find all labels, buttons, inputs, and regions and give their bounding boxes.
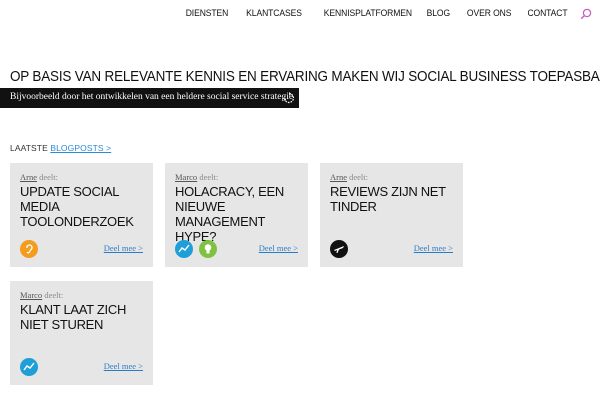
card-shares-word: deelt: — [349, 172, 369, 182]
card-meta: Arne deelt: — [330, 172, 368, 182]
card-icons — [20, 358, 44, 376]
card-meta: Arne deelt: — [20, 172, 58, 182]
share-link[interactable]: Deel mee > — [259, 243, 298, 253]
section-label: LAATSTE BLOGPOSTS > — [10, 143, 111, 153]
blogposts-link[interactable]: BLOGPOSTS > — [50, 143, 111, 153]
subline-text: Bijvoorbeeld door het ontwikkelen van ee… — [10, 92, 294, 102]
blog-card[interactable]: Arne deelt: UPDATE SOCIAL MEDIA TOOLONDE… — [10, 163, 153, 267]
subline-bar: Bijvoorbeeld door het ontwikkelen van ee… — [0, 88, 299, 108]
nav-item-kennisplatformen[interactable]: KENNISPLATFORMEN — [324, 8, 412, 19]
card-author[interactable]: Arne — [330, 172, 347, 182]
card-title[interactable]: REVIEWS ZIJN NET TINDER — [330, 184, 457, 214]
ear-icon — [20, 240, 38, 258]
card-title[interactable]: HOLACRACY, EEN NIEUWE MANAGEMENT HYPE? — [175, 184, 302, 244]
card-shares-word: deelt: — [39, 172, 59, 182]
airplane-icon — [330, 240, 348, 258]
section-label-text: LAATSTE — [10, 143, 48, 153]
search-icon[interactable] — [580, 7, 592, 20]
card-title[interactable]: UPDATE SOCIAL MEDIA TOOLONDERZOEK — [20, 184, 147, 229]
lightbulb-icon — [199, 240, 217, 258]
trend-icon — [175, 240, 193, 258]
share-link[interactable]: Deel mee > — [414, 243, 453, 253]
card-shares-word: deelt: — [44, 290, 64, 300]
nav-item-klantcases[interactable]: KLANTCASES — [246, 8, 302, 19]
card-meta: Marco deelt: — [20, 290, 63, 300]
blog-card[interactable]: Marco deelt: HOLACRACY, EEN NIEUWE MANAG… — [165, 163, 308, 267]
page-headline: OP BASIS VAN RELEVANTE KENNIS EN ERVARIN… — [10, 69, 600, 85]
card-author[interactable]: Marco — [20, 290, 42, 300]
nav-item-contact[interactable]: CONTACT — [528, 8, 568, 19]
card-icons — [330, 240, 354, 258]
refresh-icon[interactable] — [283, 92, 295, 104]
nav-item-over-ons[interactable]: OVER ONS — [467, 8, 512, 19]
card-meta: Marco deelt: — [175, 172, 218, 182]
card-author[interactable]: Arne — [20, 172, 37, 182]
card-shares-word: deelt: — [199, 172, 219, 182]
card-author[interactable]: Marco — [175, 172, 197, 182]
trend-icon — [20, 358, 38, 376]
nav-item-diensten[interactable]: DIENSTEN — [186, 8, 229, 19]
top-navigation: DIENSTEN KLANTCASES KENNISPLATFORMEN BLO… — [169, 7, 592, 20]
blog-card[interactable]: Arne deelt: REVIEWS ZIJN NET TINDER Deel… — [320, 163, 463, 267]
blog-card[interactable]: Marco deelt: KLANT LAAT ZICH NIET STUREN… — [10, 281, 153, 385]
card-icons — [20, 240, 44, 258]
share-link[interactable]: Deel mee > — [104, 243, 143, 253]
card-icons — [175, 240, 223, 258]
share-link[interactable]: Deel mee > — [104, 361, 143, 371]
card-title[interactable]: KLANT LAAT ZICH NIET STUREN — [20, 302, 147, 332]
nav-item-blog[interactable]: BLOG — [427, 8, 450, 19]
